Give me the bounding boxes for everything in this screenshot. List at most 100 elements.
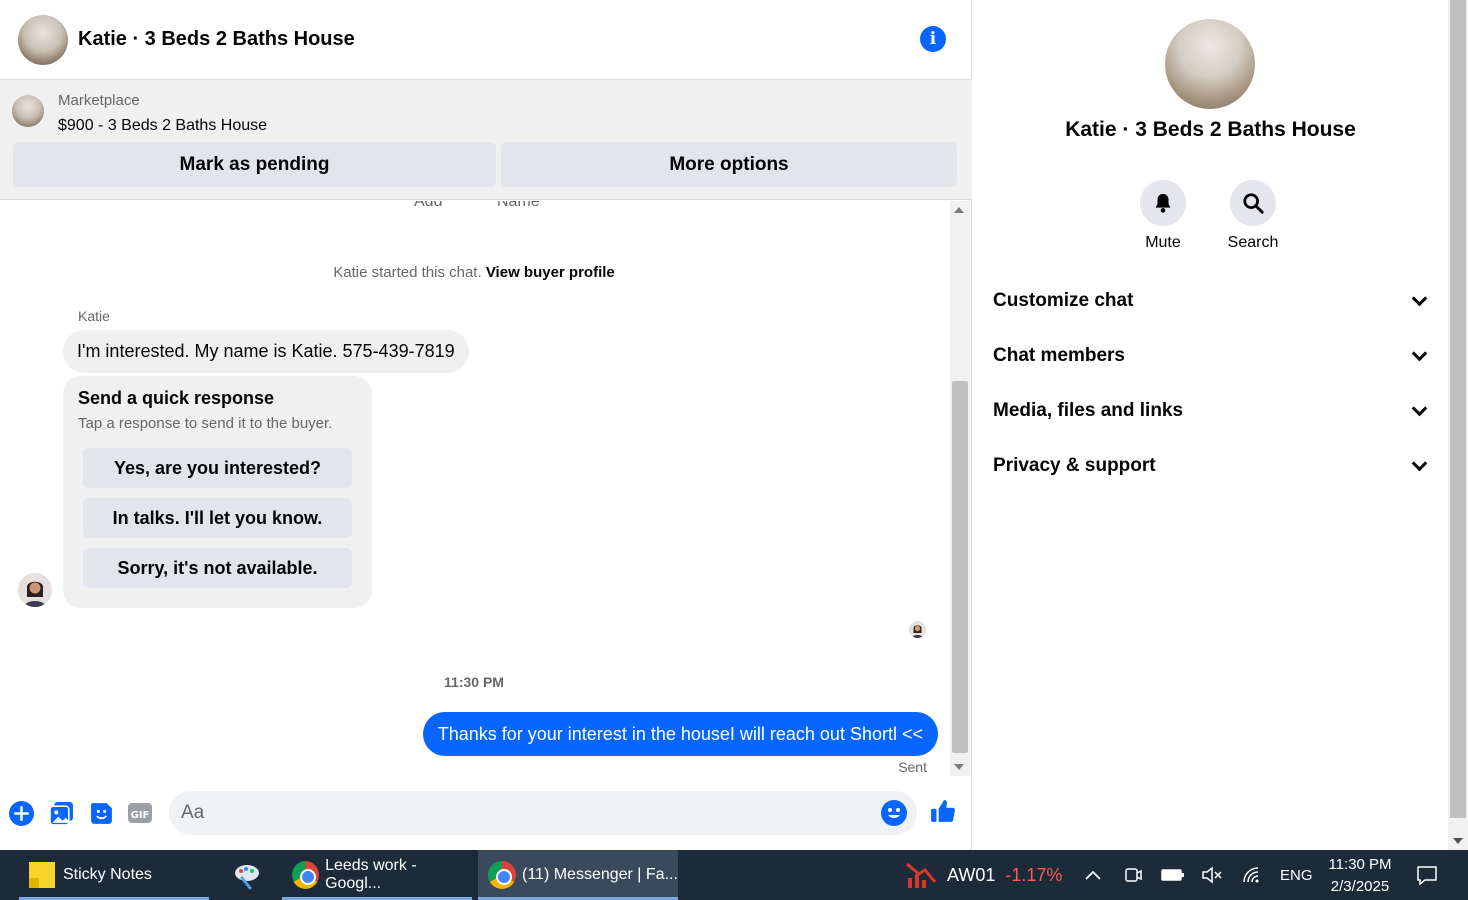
chevron-up-icon xyxy=(1085,870,1101,880)
stock-widget[interactable]: AW01 -1.17% xyxy=(905,850,1062,900)
taskbar-chrome-leeds[interactable]: Leeds work - Googl... xyxy=(282,850,472,900)
clipped-label-name: Name xyxy=(497,201,540,210)
quick-response-card: Send a quick response Tap a response to … xyxy=(63,376,372,608)
mute-action[interactable]: Mute xyxy=(1128,180,1198,252)
bell-icon[interactable] xyxy=(1140,180,1186,226)
chevron-down-icon xyxy=(1411,345,1428,361)
section-label: Chat members xyxy=(993,345,1125,366)
sticker-icon[interactable] xyxy=(88,800,114,826)
outgoing-message[interactable]: Thanks for your interest in the houseI w… xyxy=(422,712,938,756)
listing-source: Marketplace xyxy=(58,92,140,109)
section-chat-members[interactable]: Chat members xyxy=(993,336,1433,376)
section-label: Privacy & support xyxy=(993,455,1156,476)
sender-name: Katie xyxy=(78,308,110,324)
search-icon[interactable] xyxy=(1230,180,1276,226)
section-privacy-support[interactable]: Privacy & support xyxy=(993,446,1433,486)
show-hidden-icons[interactable] xyxy=(1084,850,1102,900)
chevron-down-icon xyxy=(1411,455,1428,471)
taskbar-item-label: (11) Messenger | Fa... xyxy=(522,866,678,883)
chrome-icon xyxy=(488,861,516,889)
notification-icon xyxy=(1417,866,1437,885)
page-scrollbar[interactable] xyxy=(1448,0,1468,850)
details-avatar[interactable] xyxy=(1165,19,1255,109)
language-indicator[interactable]: ENG xyxy=(1280,850,1313,900)
more-options-button[interactable]: More options xyxy=(501,142,957,187)
gif-label: GIF xyxy=(131,810,150,821)
clock-date: 2/3/2025 xyxy=(1330,878,1390,895)
conversation-avatar[interactable] xyxy=(18,14,68,65)
gif-icon[interactable]: GIF xyxy=(127,800,153,826)
network-tray[interactable] xyxy=(1242,850,1264,900)
message-scrollbar[interactable] xyxy=(950,201,970,776)
buyer-avatar[interactable] xyxy=(18,573,52,607)
section-media-files-links[interactable]: Media, files and links xyxy=(993,391,1433,431)
message-composer: GIF xyxy=(0,778,972,850)
chat-start-notice: Katie started this chat. View buyer prof… xyxy=(0,264,948,281)
sticky-notes-icon xyxy=(29,862,55,888)
quick-response-subtitle: Tap a response to send it to the buyer. xyxy=(78,415,333,432)
chat-pane: Katie · 3 Beds 2 Baths House i Marketpla… xyxy=(0,0,972,850)
scroll-down-arrow-icon[interactable] xyxy=(954,764,964,770)
chevron-down-icon xyxy=(1411,400,1428,416)
volume-muted-icon xyxy=(1202,866,1222,884)
page-scrollbar-thumb[interactable] xyxy=(1450,0,1466,818)
listing-title[interactable]: $900 - 3 Beds 2 Baths House xyxy=(58,117,267,135)
taskbar-sticky-notes[interactable]: Sticky Notes xyxy=(19,850,209,900)
taskbar-paint-app[interactable] xyxy=(222,850,272,900)
stock-change: -1.17% xyxy=(1005,864,1063,885)
section-label: Media, files and links xyxy=(993,400,1184,421)
section-label: Customize chat xyxy=(993,290,1134,311)
scroll-down-arrow-icon[interactable] xyxy=(1453,838,1463,844)
system-clock[interactable]: 11:30 PM 2/3/2025 xyxy=(1322,854,1398,898)
marketplace-listing-banner: Marketplace $900 - 3 Beds 2 Baths House … xyxy=(0,80,972,200)
scrollbar-thumb[interactable] xyxy=(952,381,968,753)
meet-now-tray[interactable] xyxy=(1124,850,1142,900)
message-input[interactable] xyxy=(181,791,871,835)
chrome-icon xyxy=(292,861,320,889)
stock-down-chart-icon xyxy=(906,862,937,888)
chat-header: Katie · 3 Beds 2 Baths House i xyxy=(0,0,972,80)
info-icon[interactable]: i xyxy=(920,26,946,52)
scroll-up-arrow-icon[interactable] xyxy=(954,207,964,213)
message-input-wrapper xyxy=(169,791,917,835)
taskbar-chrome-messenger[interactable]: (11) Messenger | Fa... xyxy=(478,850,678,900)
windows-taskbar: Sticky Notes Leeds work - Googl... (11) … xyxy=(0,850,1468,900)
section-customize-chat[interactable]: Customize chat xyxy=(993,281,1433,321)
taskbar-item-label: Leeds work - Googl... xyxy=(325,857,417,892)
clipped-label-add: Add xyxy=(414,201,443,210)
chevron-down-icon xyxy=(1411,290,1428,306)
conversation-details-panel: Katie · 3 Beds 2 Baths House Mute Search… xyxy=(973,0,1448,850)
camera-icon xyxy=(1125,868,1142,882)
details-title: Katie · 3 Beds 2 Baths House xyxy=(1065,118,1356,141)
clock-time: 11:30 PM xyxy=(1328,856,1392,873)
mark-as-pending-button[interactable]: Mark as pending xyxy=(13,142,496,187)
search-label: Search xyxy=(1227,234,1279,251)
chat-start-text: Katie started this chat. xyxy=(333,264,482,281)
quick-response-option[interactable]: Sorry, it's not available. xyxy=(83,548,352,588)
sent-status: Sent xyxy=(898,759,927,775)
photo-gallery-icon[interactable] xyxy=(48,800,74,826)
stock-symbol: AW01 xyxy=(947,864,996,885)
search-action[interactable]: Search xyxy=(1218,180,1288,252)
quick-response-title: Send a quick response xyxy=(78,388,275,408)
message-timestamp: 11:30 PM xyxy=(444,674,504,690)
taskbar-item-label: Sticky Notes xyxy=(63,866,152,883)
view-buyer-profile-link[interactable]: View buyer profile xyxy=(486,264,615,281)
quick-response-option[interactable]: In talks. I'll let you know. xyxy=(83,498,352,538)
wifi-icon xyxy=(1243,867,1259,883)
conversation-title[interactable]: Katie · 3 Beds 2 Baths House xyxy=(78,28,355,51)
battery-tray[interactable] xyxy=(1161,850,1185,900)
seen-receipt-avatar xyxy=(909,621,926,638)
notifications-tray[interactable] xyxy=(1416,850,1438,900)
thumbs-up-icon[interactable] xyxy=(930,798,956,824)
message-list: Add Name Katie started this chat. View b… xyxy=(0,201,948,776)
emoji-icon[interactable] xyxy=(881,800,907,826)
incoming-message[interactable]: I'm interested. My name is Katie. 575-43… xyxy=(63,330,469,373)
plus-circle-icon[interactable] xyxy=(8,800,34,826)
volume-tray[interactable] xyxy=(1201,850,1223,900)
quick-response-option[interactable]: Yes, are you interested? xyxy=(83,448,352,488)
palette-icon xyxy=(235,865,259,890)
mute-label: Mute xyxy=(1145,234,1181,251)
listing-thumbnail[interactable] xyxy=(12,95,44,127)
battery-icon xyxy=(1161,869,1184,881)
